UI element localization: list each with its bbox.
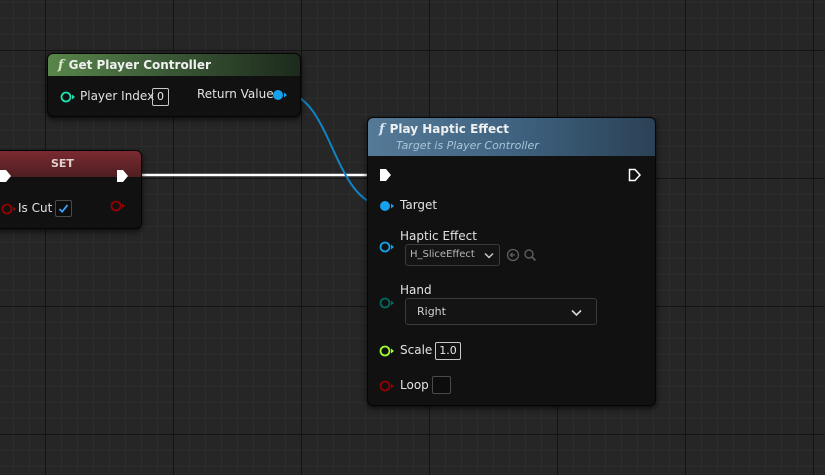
haptic-effect-label: Haptic Effect bbox=[400, 229, 477, 243]
node-title: SET bbox=[51, 157, 74, 170]
function-icon: f bbox=[58, 58, 64, 73]
haptic-effect-value: H_SliceEffect bbox=[410, 249, 475, 260]
scale-input[interactable]: 1.0 bbox=[435, 342, 461, 360]
is-cut-label: Is Cut bbox=[18, 201, 53, 215]
is-cut-checkbox[interactable] bbox=[55, 200, 72, 217]
hand-pin[interactable] bbox=[379, 297, 395, 309]
node-title: f Play Haptic Effect bbox=[379, 122, 510, 137]
haptic-effect-dropdown[interactable]: H_SliceEffect bbox=[405, 244, 500, 266]
node-title: f Get Player Controller bbox=[58, 58, 211, 73]
player-index-input[interactable]: 0 bbox=[152, 88, 169, 106]
is-cut-pin[interactable] bbox=[1, 203, 17, 215]
loop-checkbox[interactable] bbox=[432, 376, 451, 394]
get-player-controller-node[interactable]: f Get Player Controller Player Index 0 Re… bbox=[47, 53, 301, 117]
player-index-label: Player Index bbox=[80, 89, 155, 103]
exec-in-pin[interactable] bbox=[0, 169, 13, 183]
exec-in-pin[interactable] bbox=[379, 168, 393, 182]
checkmark-icon bbox=[58, 204, 69, 214]
chevron-down-icon bbox=[484, 252, 494, 259]
chevron-down-icon bbox=[571, 309, 582, 317]
function-icon: f bbox=[379, 122, 385, 137]
target-pin[interactable] bbox=[379, 200, 395, 212]
hand-label: Hand bbox=[400, 283, 432, 297]
hand-value: Right bbox=[417, 305, 446, 318]
loop-label: Loop bbox=[400, 378, 429, 392]
return-value-pin[interactable] bbox=[271, 89, 289, 101]
hand-dropdown[interactable]: Right bbox=[405, 298, 597, 325]
is-cut-output-pin[interactable] bbox=[110, 200, 126, 212]
exec-out-pin[interactable] bbox=[628, 168, 642, 182]
use-selected-asset-icon[interactable] bbox=[506, 248, 520, 262]
target-label: Target bbox=[400, 198, 438, 212]
haptic-effect-pin[interactable] bbox=[379, 241, 395, 253]
scale-label: Scale bbox=[400, 343, 433, 357]
player-index-pin[interactable] bbox=[60, 91, 76, 103]
loop-pin[interactable] bbox=[379, 380, 395, 392]
return-value-label: Return Value bbox=[197, 87, 274, 101]
scale-pin[interactable] bbox=[379, 345, 395, 357]
node-subtitle: Target is Player Controller bbox=[396, 139, 539, 152]
browse-asset-search-icon[interactable] bbox=[523, 248, 537, 262]
play-haptic-effect-node[interactable]: f Play Haptic Effect Target is Player Con… bbox=[367, 117, 656, 406]
exec-out-pin[interactable] bbox=[116, 169, 130, 183]
set-node[interactable]: SET Is Cut bbox=[0, 150, 142, 229]
